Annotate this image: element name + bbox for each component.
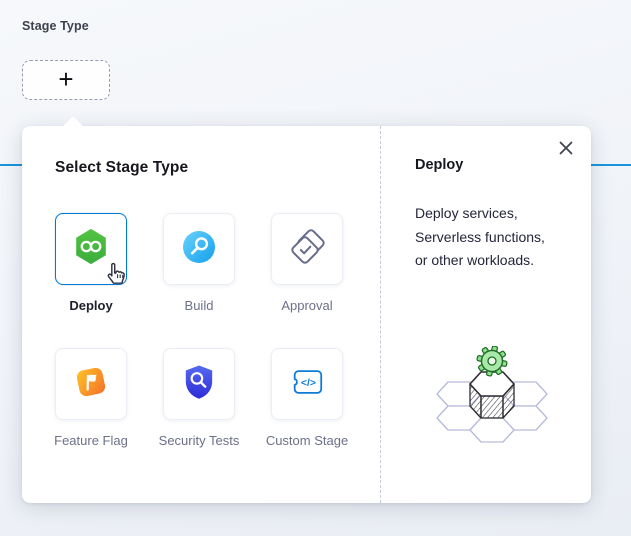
stage-type-label: Stage Type — [22, 19, 89, 33]
tile-label-deploy: Deploy — [39, 296, 143, 315]
select-stage-type-popover: Select Stage Type — [22, 126, 591, 503]
detail-description: Deploy services, Serverless functions, o… — [415, 202, 545, 273]
popover-title: Select Stage Type — [55, 159, 188, 177]
plus-icon: + — [58, 66, 73, 92]
stage-tile-feature-flag[interactable] — [55, 348, 127, 420]
close-button[interactable] — [554, 136, 578, 160]
stage-tile-approval[interactable] — [271, 213, 343, 285]
approval-check-icon — [289, 229, 325, 270]
stage-tile-custom-stage[interactable]: </> — [271, 348, 343, 420]
deploy-hexagons-gear-illustration — [422, 346, 562, 456]
popover-arrow — [63, 116, 83, 136]
detail-description-line: or other workloads. — [415, 249, 545, 273]
security-shield-search-icon — [183, 364, 215, 405]
stage-tile-deploy[interactable] — [55, 213, 127, 285]
add-stage-button[interactable]: + — [22, 60, 110, 100]
tile-label-build: Build — [147, 296, 251, 315]
stage-tile-security-tests[interactable] — [163, 348, 235, 420]
custom-stage-code-icon: </> — [289, 367, 325, 402]
detail-title: Deploy — [415, 157, 463, 173]
detail-description-line: Deploy services, — [415, 202, 545, 226]
tile-label-security-tests: Security Tests — [147, 431, 251, 450]
pipeline-stage-canvas: Stage Type + Select Stage Type — [0, 0, 631, 536]
tile-label-approval: Approval — [255, 296, 359, 315]
tile-label-custom-stage: Custom Stage — [255, 431, 359, 450]
feature-flag-icon — [73, 364, 109, 405]
deploy-hexagon-icon — [74, 228, 108, 270]
popover-divider — [380, 126, 381, 503]
close-icon — [558, 140, 574, 156]
tile-label-feature-flag: Feature Flag — [39, 431, 143, 450]
detail-description-line: Serverless functions, — [415, 226, 545, 250]
build-circle-search-icon — [182, 230, 216, 269]
svg-text:</>: </> — [301, 377, 316, 388]
stage-tile-build[interactable] — [163, 213, 235, 285]
